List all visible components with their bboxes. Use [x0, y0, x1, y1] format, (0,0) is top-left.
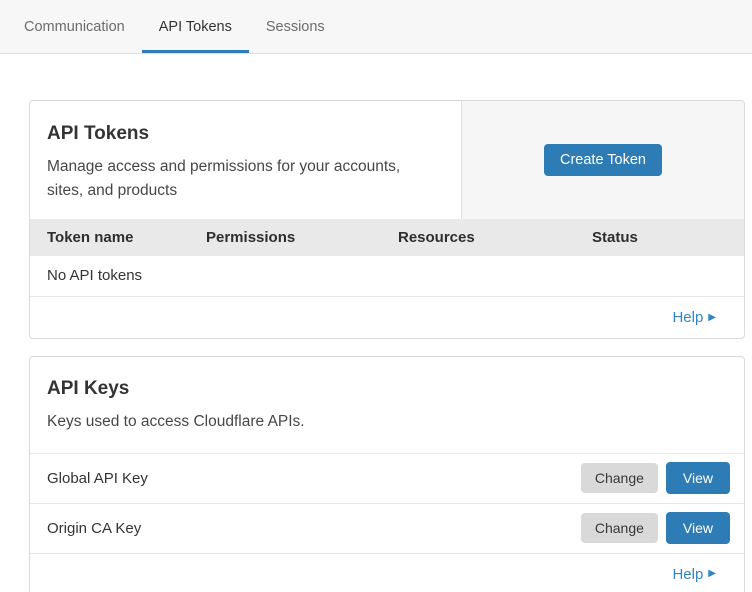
api-tokens-card-footer: Help ▶: [30, 296, 744, 338]
api-tokens-help-link[interactable]: Help ▶: [672, 309, 716, 326]
api-keys-description: Keys used to access Cloudflare APIs.: [47, 410, 432, 434]
global-api-key-view-button[interactable]: View: [666, 462, 730, 494]
tokens-table-header-token-name: Token name: [30, 229, 206, 246]
api-tokens-card: API Tokens Manage access and permissions…: [29, 100, 745, 339]
origin-ca-key-label: Origin CA Key: [47, 520, 581, 537]
global-api-key-row: Global API Key Change View: [30, 453, 744, 503]
help-link-label: Help: [672, 566, 703, 583]
api-keys-title: API Keys: [47, 378, 727, 400]
origin-ca-key-row: Origin CA Key Change View: [30, 503, 744, 553]
tokens-table-empty-message: No API tokens: [30, 256, 744, 296]
api-keys-card-footer: Help ▶: [30, 553, 744, 592]
origin-ca-key-change-button[interactable]: Change: [581, 513, 658, 543]
help-arrow-icon: ▶: [708, 313, 716, 323]
api-tokens-card-header: API Tokens Manage access and permissions…: [30, 101, 744, 219]
global-api-key-change-button[interactable]: Change: [581, 463, 658, 493]
tab-api-tokens[interactable]: API Tokens: [142, 0, 249, 53]
tokens-table-header-permissions: Permissions: [206, 229, 398, 246]
tokens-table-header-row: Token name Permissions Resources Status: [30, 219, 744, 256]
tokens-table-header-status: Status: [592, 229, 744, 246]
tab-sessions[interactable]: Sessions: [249, 0, 342, 53]
api-tokens-card-header-actions: Create Token: [461, 101, 744, 219]
create-token-button[interactable]: Create Token: [544, 144, 662, 177]
api-keys-card: API Keys Keys used to access Cloudflare …: [29, 356, 745, 592]
help-link-label: Help: [672, 309, 703, 326]
page-content: API Tokens Manage access and permissions…: [0, 54, 752, 592]
settings-tab-bar: Communication API Tokens Sessions: [0, 0, 752, 54]
api-tokens-card-header-text: API Tokens Manage access and permissions…: [30, 101, 461, 219]
api-keys-card-header: API Keys Keys used to access Cloudflare …: [30, 357, 744, 453]
api-keys-help-link[interactable]: Help ▶: [672, 566, 716, 583]
global-api-key-label: Global API Key: [47, 470, 581, 487]
api-tokens-description: Manage access and permissions for your a…: [47, 155, 432, 202]
api-tokens-title: API Tokens: [47, 123, 441, 145]
help-arrow-icon: ▶: [708, 569, 716, 579]
tab-communication[interactable]: Communication: [7, 0, 142, 53]
origin-ca-key-view-button[interactable]: View: [666, 512, 730, 544]
tokens-table-header-resources: Resources: [398, 229, 592, 246]
